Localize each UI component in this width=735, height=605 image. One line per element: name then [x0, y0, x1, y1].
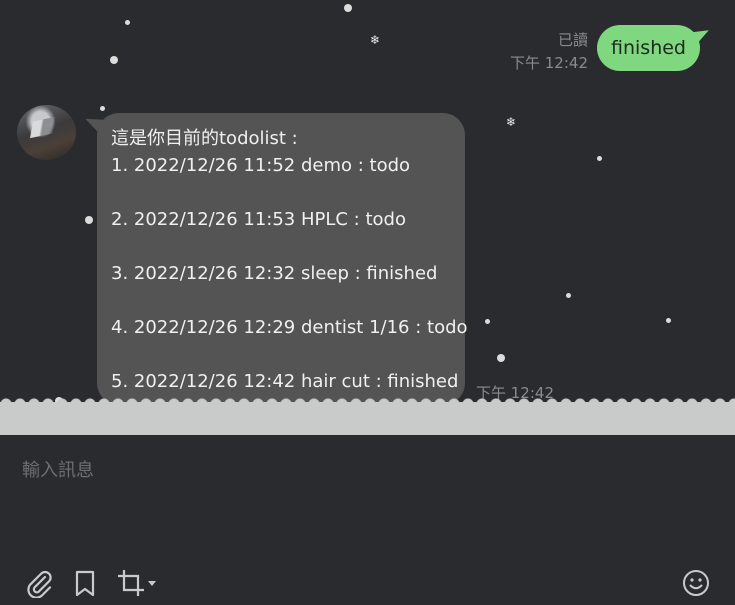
snowflake-decoration — [597, 156, 602, 161]
snowflake-decoration — [100, 106, 105, 111]
outgoing-message-bubble[interactable]: finished — [597, 25, 700, 71]
chevron-down-icon[interactable] — [148, 581, 156, 586]
todo-item: 2. 2022/12/26 11:53 HPLC : todo — [111, 209, 406, 230]
todo-item: 3. 2022/12/26 12:32 sleep : finished — [111, 263, 438, 284]
paperclip-icon[interactable] — [24, 568, 54, 599]
incoming-message-bubble[interactable]: 這是你目前的todolist : 1. 2022/12/26 11:52 dem… — [97, 113, 468, 405]
snowflake-decoration — [110, 56, 118, 64]
snowflake-decoration: ❄ — [506, 115, 517, 129]
message-input[interactable]: 輸入訊息 — [22, 456, 94, 482]
avatar[interactable] — [17, 105, 76, 160]
snow-ground-decoration — [0, 398, 735, 435]
crop-icon[interactable] — [116, 568, 146, 598]
todo-item: 4. 2022/12/26 12:29 dentist 1/16 : todo — [111, 317, 468, 338]
emoji-icon[interactable] — [681, 568, 711, 598]
snowflake-decoration — [566, 293, 571, 298]
outgoing-timestamp: 下午 12:42 — [510, 54, 588, 72]
todolist-intro: 這是你目前的todolist : — [111, 128, 298, 149]
snowflake-decoration — [497, 354, 505, 362]
snowflake-decoration: ❄ — [370, 33, 381, 47]
bookmark-icon[interactable] — [70, 568, 100, 598]
snowflake-decoration — [125, 20, 130, 25]
message-composer: 輸入訊息 — [0, 435, 735, 605]
snowflake-decoration — [485, 319, 490, 324]
todo-item: 5. 2022/12/26 12:42 hair cut : finished — [111, 371, 459, 392]
todo-item: 1. 2022/12/26 11:52 demo : todo — [111, 155, 411, 176]
snowflake-decoration — [666, 318, 671, 323]
snowflake-decoration — [344, 4, 352, 12]
chat-area: ❄ ❄ 已讀 下午 12:42 finished 這是你目前的todolist … — [0, 0, 735, 435]
snowflake-decoration — [85, 216, 93, 224]
read-status: 已讀 — [557, 31, 588, 49]
